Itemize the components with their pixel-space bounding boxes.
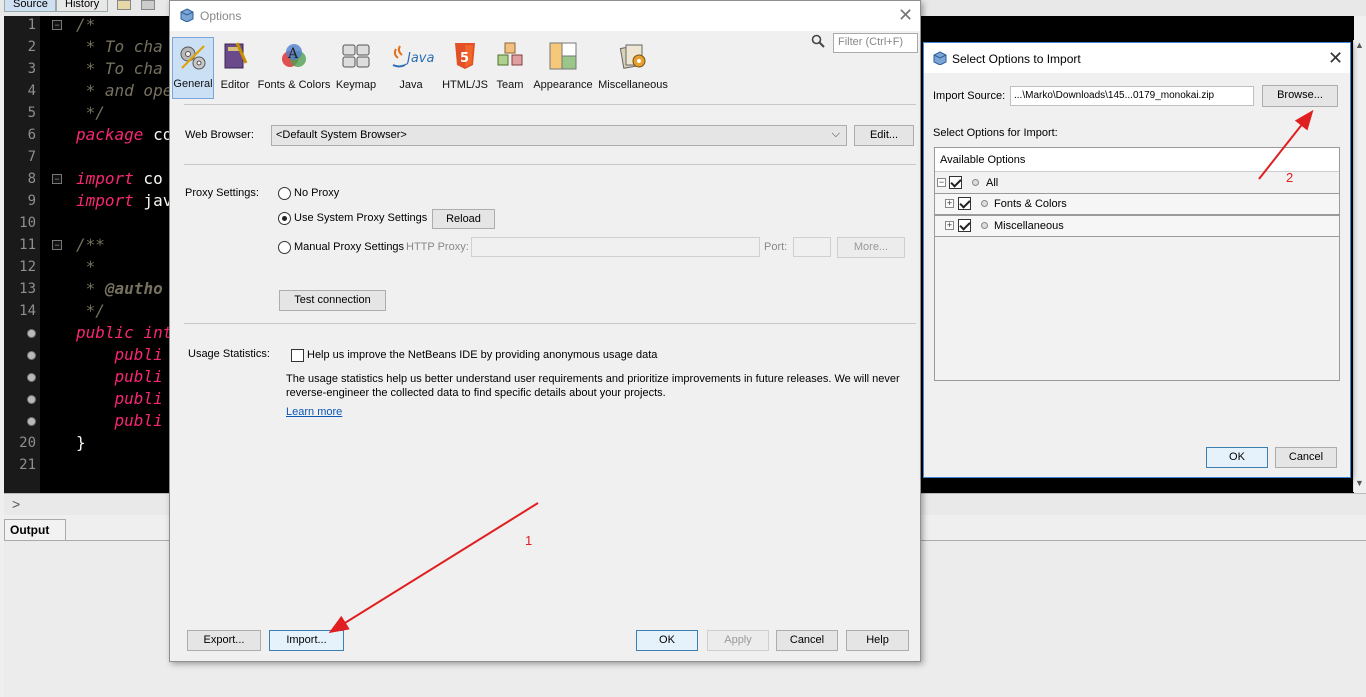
annotation-arrow-2	[1258, 109, 1314, 180]
annotation-overlay	[328, 109, 1314, 634]
annotation-step-1: 1	[525, 533, 533, 548]
annotation-arrow-1	[328, 502, 539, 634]
annotation-step-2: 2	[1286, 170, 1294, 185]
